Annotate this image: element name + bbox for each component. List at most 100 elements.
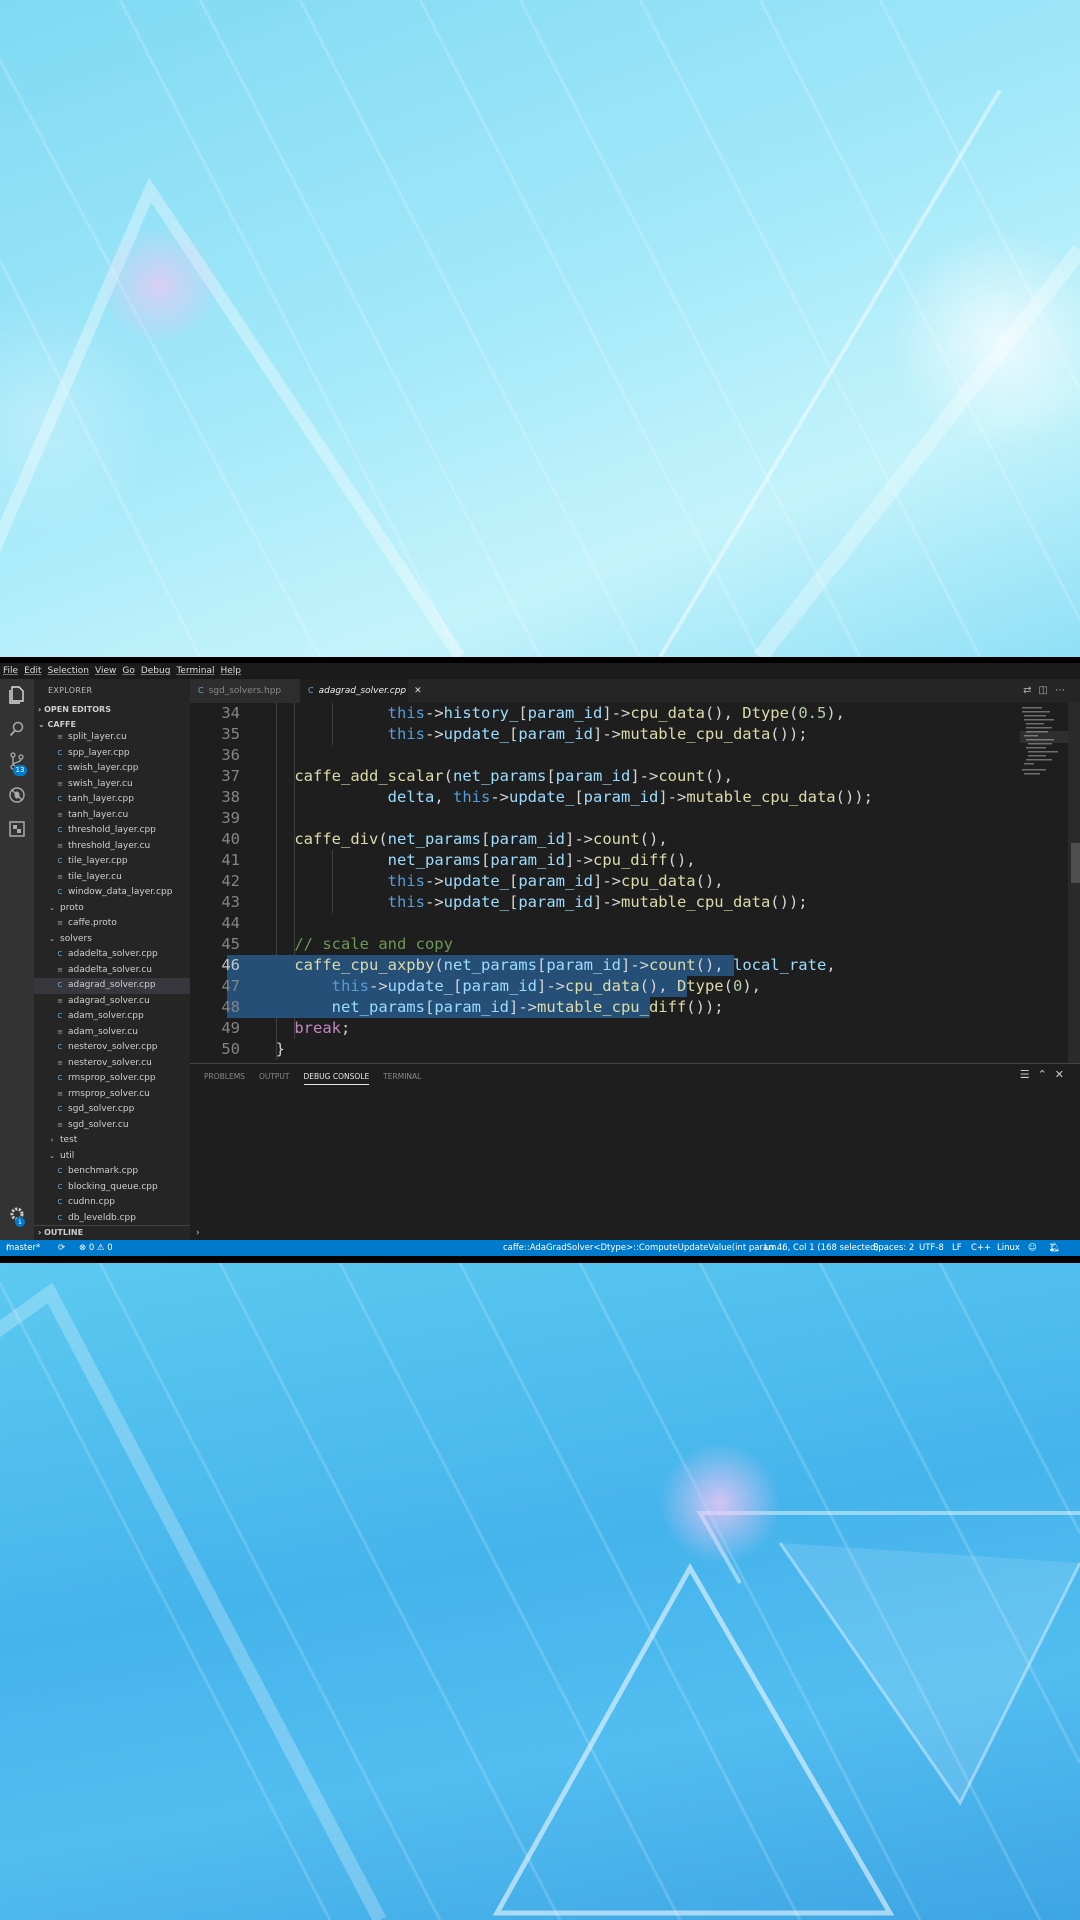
open-editors-section[interactable]: › OPEN EDITORS <box>34 702 190 717</box>
tree-item[interactable]: Ccudnn.cpp <box>34 1195 190 1211</box>
text-file-icon: ≡ <box>57 841 63 850</box>
tree-item[interactable]: Ctanh_layer.cpp <box>34 792 190 808</box>
close-tab-icon[interactable]: ✕ <box>414 686 422 696</box>
code-line[interactable]: 38 delta, this->update_[param_id]->mutab… <box>190 787 1020 808</box>
tab-problems[interactable]: PROBLEMS <box>204 1072 245 1085</box>
tree-item[interactable]: ≡ adadelta_solver.cu <box>34 963 190 979</box>
tree-item[interactable]: › test <box>34 1133 190 1149</box>
tree-item[interactable]: Cblocking_queue.cpp <box>34 1180 190 1196</box>
tree-item[interactable]: ≡ tile_layer.cu <box>34 870 190 886</box>
tree-item[interactable]: Cadagrad_solver.cpp <box>34 978 190 994</box>
code-line[interactable]: 37 caffe_add_scalar(net_params[param_id]… <box>190 766 1020 787</box>
code-line[interactable]: 39 <box>190 808 1020 829</box>
code-token: update_ <box>443 872 509 890</box>
tree-item[interactable]: ≡ tanh_layer.cu <box>34 808 190 824</box>
explorer-icon[interactable] <box>7 685 27 705</box>
menu-terminal[interactable]: Terminal <box>176 666 214 676</box>
indentation[interactable]: Spaces: 2 <box>873 1240 914 1256</box>
menu-go[interactable]: Go <box>122 666 134 676</box>
minimap[interactable] <box>1020 703 1068 1063</box>
tab-adagrad-solver[interactable]: Cadagrad_solver.cpp ✕ <box>300 679 422 703</box>
code-line[interactable]: 34 this->history_[param_id]->cpu_data(),… <box>190 703 1020 724</box>
tree-item[interactable]: ≡ rmsprop_solver.cu <box>34 1087 190 1103</box>
tree-item[interactable]: ≡ split_layer.cu <box>34 730 190 746</box>
debug-icon[interactable] <box>7 785 27 805</box>
tree-item[interactable]: Cwindow_data_layer.cpp <box>34 885 190 901</box>
tree-item-label: benchmark.cpp <box>68 1166 139 1176</box>
tree-item[interactable]: Crmsprop_solver.cpp <box>34 1071 190 1087</box>
code-line[interactable]: 35 this->update_[param_id]->mutable_cpu_… <box>190 724 1020 745</box>
extensions-icon[interactable] <box>7 819 27 839</box>
tree-item[interactable]: Cspp_layer.cpp <box>34 746 190 762</box>
tab-debug-console[interactable]: DEBUG CONSOLE <box>303 1072 370 1085</box>
cursor-position[interactable]: Ln 46, Col 1 (168 selected) <box>764 1240 879 1256</box>
tree-item[interactable]: ≡ adam_solver.cu <box>34 1025 190 1041</box>
tree-item[interactable]: ≡ swish_layer.cu <box>34 777 190 793</box>
code-editor[interactable]: 34 this->history_[param_id]->cpu_data(),… <box>190 703 1020 1063</box>
tree-item-label: swish_layer.cu <box>68 778 133 789</box>
tree-item[interactable]: ≡ caffe.proto <box>34 916 190 932</box>
tree-item[interactable]: Cadam_solver.cpp <box>34 1009 190 1025</box>
tree-item[interactable]: ≡ adagrad_solver.cu <box>34 994 190 1010</box>
menu-selection[interactable]: Selection <box>48 666 89 676</box>
outline-section[interactable]: › OUTLINE <box>34 1225 190 1240</box>
menu-view[interactable]: View <box>95 666 116 676</box>
tab-terminal[interactable]: TERMINAL <box>383 1072 421 1085</box>
tree-item[interactable]: Cnesterov_solver.cpp <box>34 1040 190 1056</box>
tree-item[interactable]: ⌄ solvers <box>34 932 190 948</box>
menu-edit[interactable]: Edit <box>24 666 41 676</box>
split-editor-icon[interactable]: ◫ <box>1039 685 1055 696</box>
problems-count[interactable]: ⊗ 0 ⚠ 0 <box>79 1240 113 1256</box>
close-panel-icon[interactable]: ✕ <box>1055 1068 1072 1081</box>
tree-item[interactable]: Cbenchmark.cpp <box>34 1164 190 1180</box>
menu-debug[interactable]: Debug <box>141 666 171 676</box>
tree-item[interactable]: ≡ threshold_layer.cu <box>34 839 190 855</box>
code-line[interactable]: 48 net_params[param_id]->mutable_cpu_dif… <box>190 997 1020 1018</box>
open-changes-icon[interactable]: ⇄ <box>1023 685 1038 696</box>
code-token: count <box>593 830 640 848</box>
language-mode[interactable]: C++ <box>971 1240 991 1256</box>
tree-item[interactable]: ≡ sgd_solver.cu <box>34 1118 190 1134</box>
tree-item[interactable]: ⌄ proto <box>34 901 190 917</box>
tree-item[interactable]: Cadadelta_solver.cpp <box>34 947 190 963</box>
menu-help[interactable]: Help <box>220 666 241 676</box>
tree-item[interactable]: ⌄ util <box>34 1149 190 1165</box>
maximize-panel-icon[interactable]: ⌃ <box>1038 1068 1055 1081</box>
code-line[interactable]: 42 this->update_[param_id]->cpu_data(), <box>190 871 1020 892</box>
feedback-smiley-icon[interactable]: ☺ <box>1028 1240 1037 1256</box>
tree-item[interactable]: Csgd_solver.cpp <box>34 1102 190 1118</box>
code-line[interactable]: 50 } <box>190 1039 1020 1060</box>
more-actions-icon[interactable]: ⋯ <box>1055 685 1072 696</box>
code-line[interactable]: 40 caffe_div(net_params[param_id]->count… <box>190 829 1020 850</box>
tree-item[interactable]: Cswish_layer.cpp <box>34 761 190 777</box>
bottom-border <box>0 1256 1080 1263</box>
tab-sgd-solvers[interactable]: Csgd_solvers.hpp <box>190 679 300 703</box>
console-prompt[interactable]: › <box>196 1228 200 1238</box>
tree-item[interactable]: Ctile_layer.cpp <box>34 854 190 870</box>
tree-item[interactable]: Cthreshold_layer.cpp <box>34 823 190 839</box>
clear-console-icon[interactable]: ☰ <box>1020 1068 1038 1081</box>
tree-item[interactable]: Cdb_leveldb.cpp <box>34 1211 190 1227</box>
tab-output[interactable]: OUTPUT <box>259 1072 290 1085</box>
code-line[interactable]: 47 this->update_[param_id]->cpu_data(), … <box>190 976 1020 997</box>
code-line[interactable]: 43 this->update_[param_id]->mutable_cpu_… <box>190 892 1020 913</box>
code-token: , <box>826 956 836 974</box>
code-line[interactable]: 46 caffe_cpu_axpby(net_params[param_id]-… <box>190 955 1020 976</box>
os-indicator[interactable]: Linux <box>997 1240 1020 1256</box>
scrollbar-thumb[interactable] <box>1071 843 1080 883</box>
menu-file[interactable]: File <box>3 666 18 676</box>
code-line[interactable]: 36 <box>190 745 1020 766</box>
code-line[interactable]: 41 net_params[param_id]->cpu_diff(), <box>190 850 1020 871</box>
code-line[interactable]: 49 break; <box>190 1018 1020 1039</box>
code-line[interactable]: 45 // scale and copy <box>190 934 1020 955</box>
code-context[interactable]: caffe::AdaGradSolver<Dtype>::ComputeUpda… <box>503 1240 785 1256</box>
tree-item[interactable]: ≡ nesterov_solver.cu <box>34 1056 190 1072</box>
search-icon[interactable] <box>7 719 27 739</box>
line-ending[interactable]: LF <box>952 1240 962 1256</box>
sync-icon[interactable]: ⟳ <box>58 1240 65 1256</box>
vertical-scrollbar[interactable] <box>1068 703 1080 1063</box>
code-line[interactable]: 44 <box>190 913 1020 934</box>
encoding[interactable]: UTF-8 <box>919 1240 944 1256</box>
